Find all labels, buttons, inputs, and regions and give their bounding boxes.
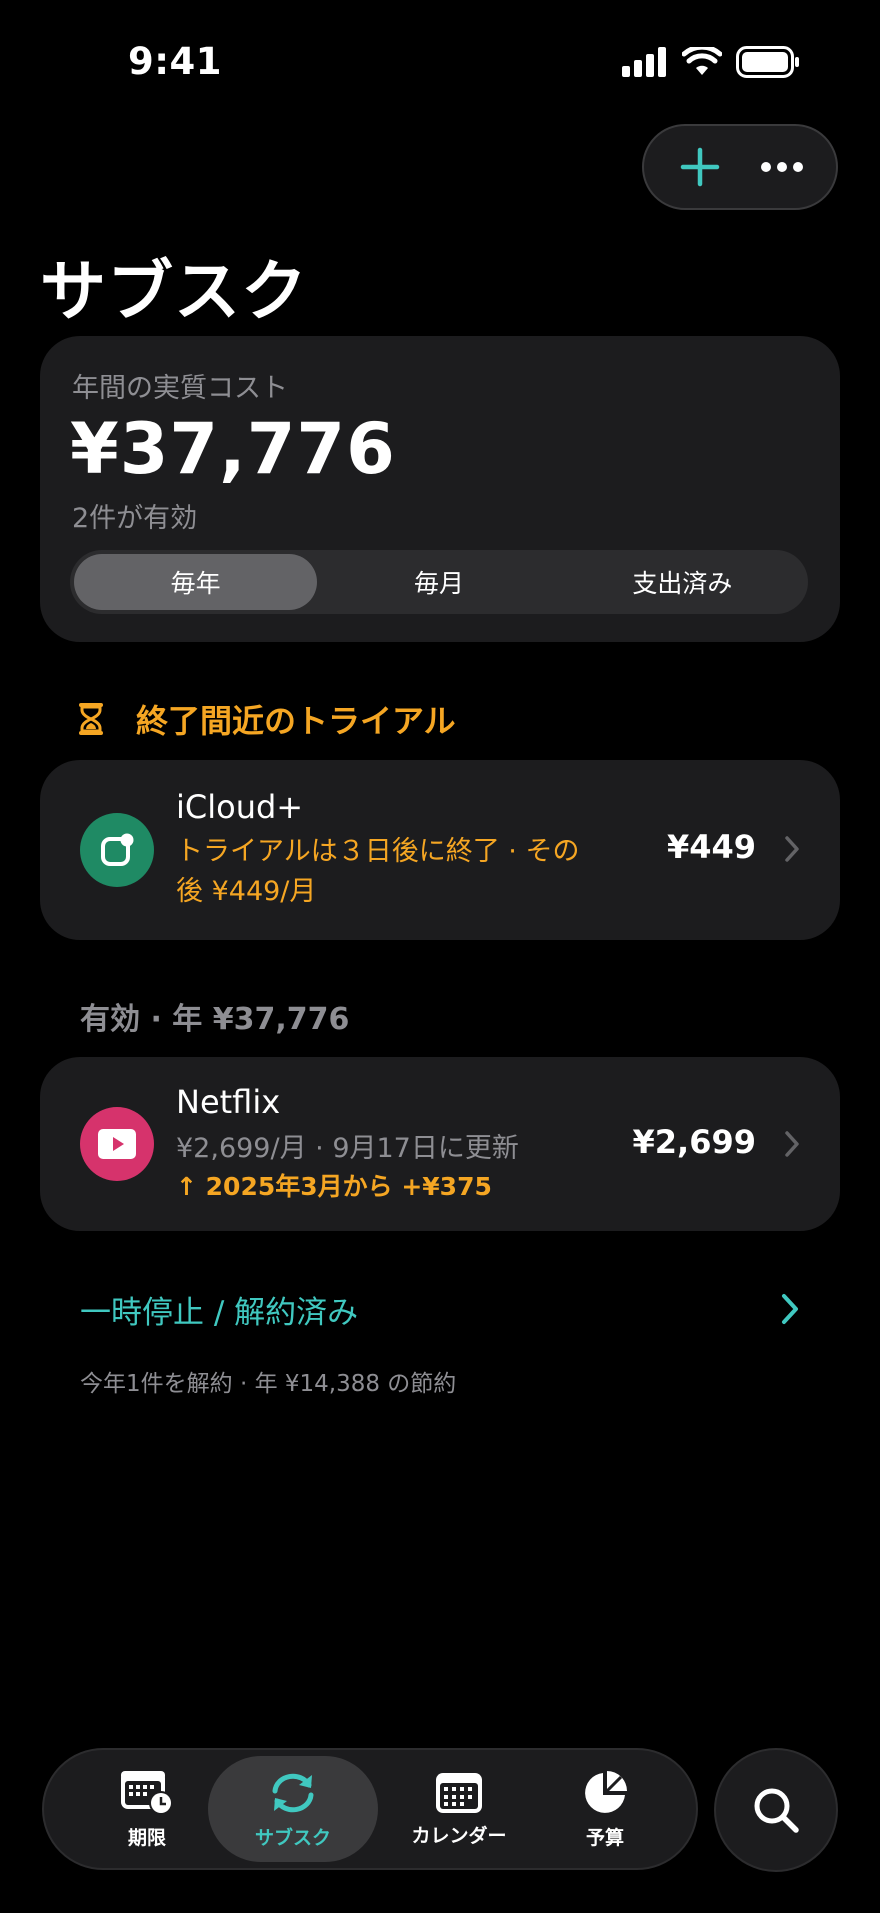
tab-label: 期限 — [127, 1826, 166, 1849]
cellular-signal-icon — [622, 47, 666, 77]
chevron-right-icon — [785, 1131, 799, 1157]
subscription-price: ¥449 — [666, 828, 756, 866]
trial-section-title: 終了間近のトライアル — [136, 702, 456, 740]
icloud-app-icon — [80, 813, 154, 887]
chevron-right-icon — [782, 1294, 798, 1324]
tab-budget[interactable]: 予算 — [540, 1756, 670, 1862]
tab-label: 予算 — [585, 1826, 624, 1849]
page-title: サブスク — [40, 253, 308, 330]
tab-label: カレンダー — [411, 1824, 507, 1847]
active-section-label: 有効 · 年 ¥37,776 — [80, 1002, 350, 1037]
search-button[interactable] — [714, 1748, 838, 1872]
sync-arrows-icon — [272, 1773, 314, 1812]
subscription-name: iCloud+ — [176, 788, 304, 826]
status-icons — [622, 46, 800, 78]
pie-chart-icon — [585, 1770, 627, 1813]
segment-monthly[interactable]: 毎月 — [317, 554, 560, 610]
trial-item-icloud[interactable]: iCloud+ トライアルは３日後に終了 · その 後 ¥449/月 ¥449 — [40, 760, 840, 940]
renewal-detail: ¥2,699/月 · 9月17日に更新 — [176, 1133, 519, 1164]
tab-label: サブスク — [254, 1826, 331, 1849]
calendar-icon — [436, 1772, 482, 1813]
tab-bar: 期限 サブスク カレンダー 予算 — [42, 1748, 698, 1870]
annual-cost-card: 年間の実質コスト ¥37,776 2件が有効 毎年 毎月 支出済み — [40, 336, 840, 642]
netflix-app-icon — [80, 1107, 154, 1181]
period-segmented-control: 毎年 毎月 支出済み — [70, 550, 808, 614]
segment-yearly[interactable]: 毎年 — [74, 554, 318, 610]
play-video-icon — [98, 1129, 136, 1159]
paused-cancelled-label: 一時停止 / 解約済み — [80, 1294, 359, 1331]
ellipsis-icon — [761, 162, 803, 172]
active-count: 2件が有効 — [72, 503, 198, 534]
savings-note: 今年1件を解約 · 年 ¥14,388 の節約 — [80, 1371, 457, 1397]
hourglass-icon — [79, 703, 103, 735]
toolbar-actions — [642, 124, 838, 210]
status-time: 9:41 — [128, 40, 223, 83]
trial-detail-line2: 後 ¥449/月 — [176, 876, 317, 907]
trial-detail-line1: トライアルは３日後に終了 · その — [176, 836, 580, 867]
segment-spent[interactable]: 支出済み — [561, 554, 804, 610]
battery-icon — [736, 46, 799, 78]
calendar-clock-icon — [121, 1770, 173, 1815]
subscription-price: ¥2,699 — [632, 1123, 756, 1161]
tab-calendar[interactable]: カレンダー — [384, 1756, 534, 1862]
plus-icon — [680, 147, 720, 187]
price-change-note: ↑ 2025年3月から +¥375 — [176, 1172, 492, 1201]
subscription-name: Netflix — [176, 1083, 281, 1121]
subscription-item-netflix[interactable]: Netflix ¥2,699/月 · 9月17日に更新 ↑ 2025年3月から … — [40, 1057, 840, 1231]
summary-label: 年間の実質コスト — [72, 373, 288, 404]
more-button[interactable] — [750, 135, 814, 199]
icloud-icon — [101, 833, 134, 866]
chevron-right-icon — [785, 836, 799, 862]
paused-cancelled-link[interactable]: 一時停止 / 解約済み — [80, 1282, 800, 1336]
wifi-icon — [682, 47, 722, 75]
summary-amount: ¥37,776 — [70, 408, 396, 490]
search-icon — [754, 1788, 799, 1833]
tab-deadlines[interactable]: 期限 — [74, 1756, 220, 1862]
tab-subscriptions[interactable]: サブスク — [208, 1756, 378, 1862]
add-button[interactable] — [668, 135, 732, 199]
trial-section-header: 終了間近のトライアル — [78, 696, 456, 742]
